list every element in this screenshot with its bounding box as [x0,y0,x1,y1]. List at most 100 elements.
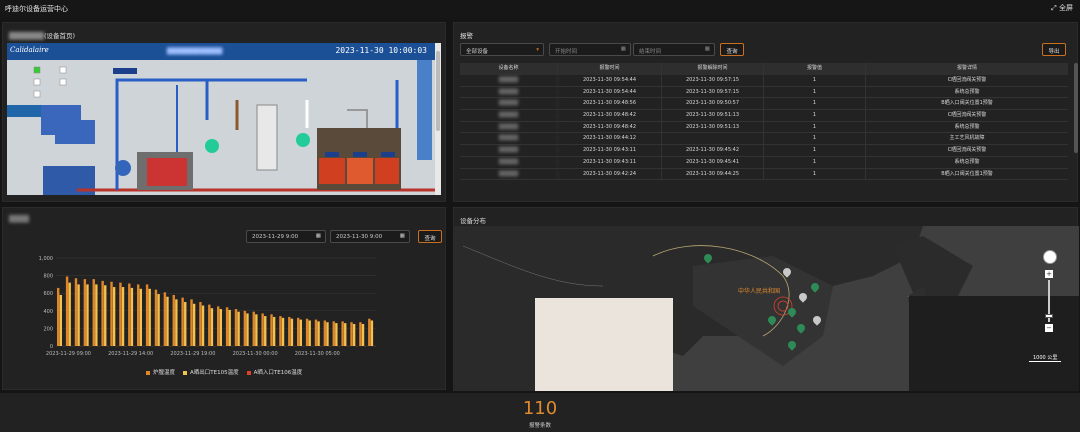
scada-system-name: ████████████ [167,48,223,55]
bar-1 [326,322,329,346]
scada-scroll-thumb[interactable] [436,51,440,131]
bar-1 [264,316,267,346]
legend-item-0[interactable]: 炉膛温度 [146,368,175,376]
table-row[interactable]: █████ 2023-11-30 09:54:44 2023-11-30 09:57… [460,86,1068,99]
bar-1 [370,320,374,346]
map-scale: 1000 公里 [1029,354,1062,362]
table-cell: 2023-11-30 09:48:56 [558,98,662,110]
col-alarm-time: 报警时间 [558,63,662,75]
zoom-in-button[interactable]: + [1045,270,1053,278]
device-name-cell: █████ [460,75,558,86]
device-name-cell: █████ [460,133,558,145]
y-tick-label: 400 [43,309,53,315]
chart-start-date[interactable]: 2023-11-29 9:00 ▦ [246,230,326,243]
legend-swatch-2 [246,370,251,375]
bar-0 [332,321,335,346]
export-button[interactable]: 导出 [1042,43,1066,56]
bar-1 [317,321,320,346]
bar-1 [255,314,258,346]
table-row[interactable]: █████ 2023-11-30 09:48:56 2023-11-30 09:50… [460,98,1068,111]
x-tick-label: 2023-11-30 05:00 [295,351,340,357]
bar-0 [350,322,353,346]
zoom-out-button[interactable]: − [1045,324,1053,332]
bar-0 [252,311,255,346]
table-cell: 2023-11-30 09:45:42 [662,145,764,156]
device-name-cell: █████ [460,145,558,156]
table-row[interactable]: █████ 2023-11-30 09:42:24 2023-11-30 09:44… [460,168,1068,181]
bar-1 [157,294,160,346]
bar-0 [163,292,167,346]
bar-0 [243,310,247,346]
bar-0 [368,318,371,346]
bar-0 [217,306,220,346]
start-time-input[interactable]: 开始时间 ▦ [549,43,631,56]
table-row[interactable]: █████ 2023-11-30 09:54:44 2023-11-30 09:57… [460,75,1068,87]
table-cell: 2023-11-30 09:54:44 [558,75,662,86]
bar-0 [65,276,69,346]
calendar-icon: ▦ [399,233,405,239]
table-cell: 1 [764,168,866,180]
end-time-input[interactable]: 结束时间 ▦ [633,43,715,56]
alarm-count-label: 报警条数 [528,423,551,429]
bar-1 [219,309,222,346]
scada-title: ███████(设备首页) [9,32,76,40]
alarm-query-button[interactable]: 查询 [720,43,744,56]
legend-item-1[interactable]: A晒出口TE105温度 [183,368,239,376]
scada-diagram[interactable]: Calidalaire ████████████ 2023-11-30 10:0… [7,43,441,195]
bar-0 [74,278,78,346]
bar-0 [101,280,104,346]
bar-0 [323,320,327,346]
table-cell: C晒回流阀关预警 [947,112,987,119]
x-tick-label: 2023-11-29 09:00 [46,351,91,357]
col-alarm-value: 报警值 [764,63,866,75]
table-cell: B晒入口阀关位置1预警 [941,100,993,107]
fullscreen-button[interactable]: ⤢ 全屏 [1051,3,1073,13]
table-row[interactable]: █████ 2023-11-30 09:43:11 2023-11-30 09:45… [460,156,1068,169]
table-cell: 1 [764,145,866,156]
device-name-cell: █████ [460,110,558,121]
bar-1 [77,284,80,346]
legend-item-2[interactable]: A晒入口TE106温度 [246,368,303,376]
x-tick-label: 2023-11-29 14:00 [108,351,153,357]
zoom-slider-thumb[interactable] [1045,314,1053,318]
chart-end-date[interactable]: 2023-11-30 9:00 ▦ [330,230,410,243]
temperature-bar-chart: 1,000 800 600 400 200 02023-11-29 09:00 2023-1… [39,256,376,357]
table-cell: 主工艺风机故障 [949,135,985,142]
table-row[interactable]: █████ 2023-11-30 09:44:12 1 主工艺风机故障 [460,133,1068,146]
device-select[interactable]: 全部设备 ▾ [460,43,544,56]
bar-0 [208,304,211,346]
bar-0 [145,284,149,346]
table-cell: 1 [764,110,866,121]
bar-0 [172,294,175,346]
bar-0 [92,279,95,346]
device-map[interactable]: 中华人民共和国 + − 1000 公里 [453,226,1079,391]
table-cell: 1 [764,156,866,168]
device-name-cell: █████ [460,156,558,168]
alarm-count: 110 [522,398,558,419]
bar-0 [305,318,309,346]
legend-label-2: A晒入口TE106温度 [253,370,303,376]
bar-0 [190,299,193,346]
chart-query-button[interactable]: 查询 [418,230,442,243]
bar-0 [181,297,184,346]
calendar-icon: ▦ [315,233,321,239]
table-row[interactable]: █████ 2023-11-30 09:48:42 2023-11-30 09:51… [460,121,1068,134]
alarm-title: 报警 [460,32,473,40]
y-tick-label: 600 [43,291,53,297]
table-cell [662,133,764,145]
device-select-value: 全部设备 [466,49,489,55]
map-pan-control[interactable] [1043,250,1057,264]
map-graphic [453,226,1079,391]
x-tick-label: 2023-11-29 19:00 [170,351,215,357]
bar-1 [139,288,142,346]
bar-0 [154,289,158,346]
table-row[interactable]: █████ 2023-11-30 09:43:11 2023-11-30 09:45… [460,145,1068,157]
bar-0 [279,316,282,346]
bar-1 [59,294,62,346]
scada-scrollbar[interactable] [435,43,441,195]
table-cell: 2023-11-30 09:54:44 [558,86,662,98]
alarm-table-scrollbar[interactable] [1074,63,1078,153]
scada-header: Calidalaire ████████████ 2023-11-30 10:0… [7,43,435,60]
fullscreen-label: 全屏 [1059,4,1073,12]
table-row[interactable]: █████ 2023-11-30 09:48:42 2023-11-30 09:51… [460,110,1068,122]
